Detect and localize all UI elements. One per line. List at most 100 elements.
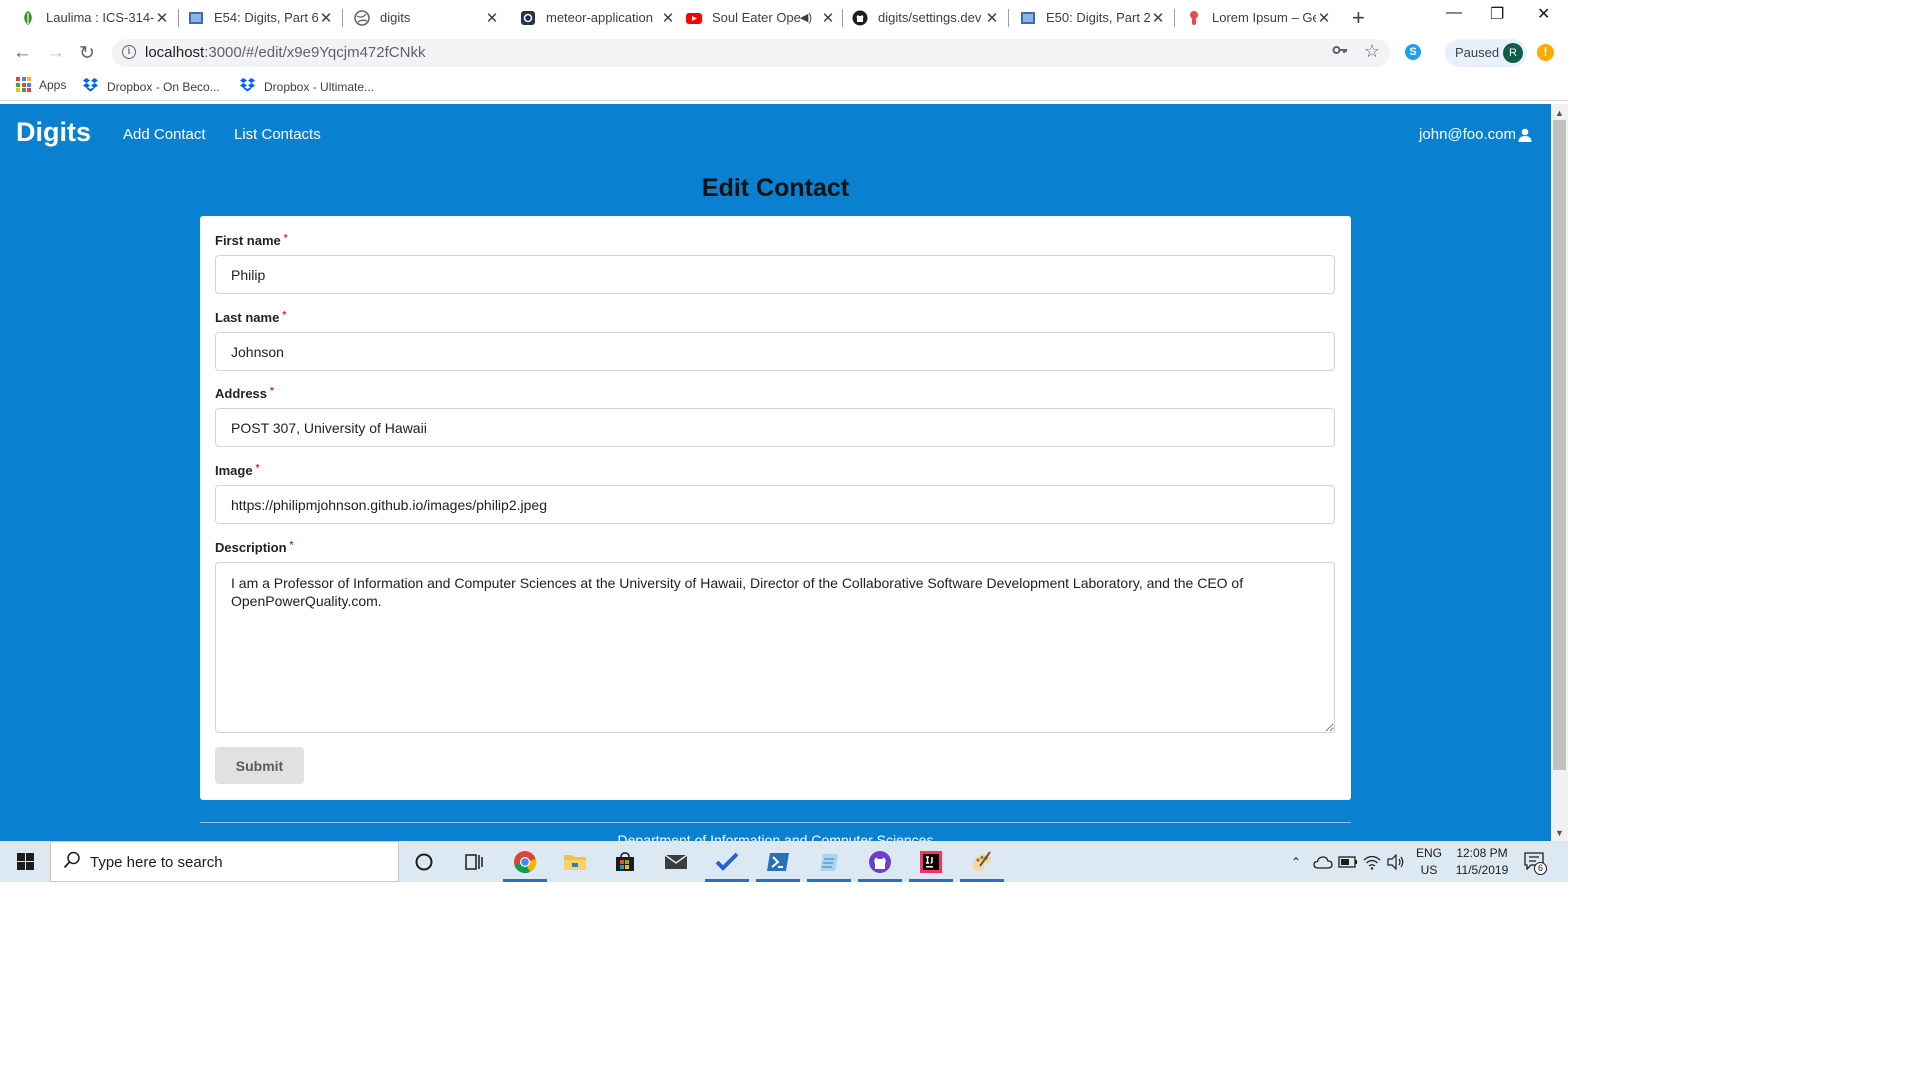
restore-icon[interactable]: ❐ [1490, 4, 1504, 24]
tab-divider [842, 9, 843, 27]
tab-digits[interactable]: digits ✕ [354, 0, 500, 35]
address-field[interactable] [215, 408, 1335, 447]
first-name-field[interactable] [215, 255, 1335, 294]
tab-close-icon[interactable]: ✕ [484, 9, 500, 27]
tab-lorem-ipsum[interactable]: Lorem Ipsum – Ge ✕ [1186, 0, 1332, 35]
volume-icon[interactable] [1387, 841, 1405, 882]
bookmark-label: Dropbox - On Beco... [107, 79, 220, 94]
laulima-icon [20, 10, 36, 26]
update-alert-icon[interactable]: ! [1537, 44, 1554, 61]
show-hidden-icons[interactable]: ⌃ [1291, 841, 1301, 882]
tab-e50-digits[interactable]: E50: Digits, Part 2 | ✕ [1020, 0, 1166, 35]
required-marker: * [289, 540, 294, 551]
back-arrow-icon[interactable]: ← [13, 42, 32, 64]
tab-meteor-application[interactable]: meteor-application ✕ [508, 0, 676, 35]
taskbar-search-box[interactable]: Type here to search [50, 841, 399, 882]
bookmark-apps[interactable]: Apps [16, 77, 66, 92]
input-language-indicator[interactable]: ENG US [1416, 845, 1442, 879]
tab-close-icon[interactable]: ✕ [318, 9, 334, 27]
tab-close-icon[interactable]: ✕ [154, 9, 170, 27]
tab-soul-eater[interactable]: Soul Eater Ope ◀) ✕ [686, 0, 836, 35]
tab-e54-digits[interactable]: E54: Digits, Part 6 | ✕ [188, 0, 334, 35]
paint-icon[interactable] [957, 841, 1007, 882]
user-menu[interactable]: john@foo.com [1419, 126, 1532, 143]
forward-arrow-icon[interactable]: → [46, 42, 65, 64]
bookmarks-bar: Apps Dropbox - On Beco... Dropbox - Ulti… [0, 71, 1568, 101]
tab-close-icon[interactable]: ✕ [820, 9, 836, 27]
user-icon [1518, 128, 1532, 142]
scroll-up-arrow-icon[interactable]: ▲ [1555, 108, 1564, 118]
paused-label: Paused [1455, 45, 1500, 60]
task-view-icon[interactable] [449, 841, 499, 882]
tab-close-icon[interactable]: ✕ [984, 9, 1000, 27]
description-textarea[interactable]: I am a Professor of Information and Comp… [215, 562, 1335, 733]
notepad-icon[interactable] [804, 841, 854, 882]
file-explorer-icon[interactable] [550, 841, 600, 882]
page-title: Edit Contact [701, 174, 850, 202]
app-page: Digits Add Contact List Contacts john@fo… [0, 104, 1551, 841]
tab-digits-settings[interactable]: digits/settings.dev ✕ [852, 0, 1000, 35]
cortana-icon[interactable] [399, 841, 449, 882]
github-desktop-icon[interactable] [855, 841, 905, 882]
bookmark-label: Apps [39, 77, 67, 92]
avatar: R [1503, 43, 1523, 63]
speaker-audio-icon[interactable]: ◀) [800, 11, 812, 24]
bookmark-dropbox-ultimate[interactable]: Dropbox - Ultimate... [239, 77, 374, 96]
nav-list-contacts[interactable]: List Contacts [234, 126, 321, 143]
scrollbar-thumb[interactable] [1553, 120, 1566, 770]
bookmark-star-icon[interactable]: ☆ [1364, 41, 1380, 62]
bookmark-label: Dropbox - Ultimate... [264, 79, 375, 94]
action-center-button[interactable]: 6 [1524, 852, 1547, 875]
store-icon[interactable] [600, 841, 650, 882]
wifi-icon[interactable] [1363, 841, 1381, 882]
powershell-icon[interactable] [753, 841, 803, 882]
scroll-down-arrow-icon[interactable]: ▼ [1555, 828, 1564, 838]
tab-close-icon[interactable]: ✕ [1150, 9, 1166, 27]
profile-sync-button[interactable]: Paused R [1445, 39, 1527, 67]
globe-icon [354, 9, 370, 26]
page-scrollbar[interactable]: ▲ ▼ [1551, 104, 1568, 841]
dropbox-icon [239, 77, 256, 96]
bookmark-dropbox-on-beco[interactable]: Dropbox - On Beco... [82, 77, 220, 96]
onedrive-icon[interactable] [1313, 841, 1333, 882]
image-url-field[interactable] [215, 485, 1335, 524]
description-label: Description * [215, 540, 294, 555]
reload-icon[interactable]: ↻ [79, 42, 95, 65]
tab-laulima[interactable]: Laulima : ICS-314-F ✕ [20, 0, 170, 35]
todo-icon[interactable] [702, 841, 752, 882]
tab-title: E54: Digits, Part 6 | [214, 10, 318, 25]
required-marker: * [282, 310, 287, 321]
new-tab-plus-icon[interactable]: + [1352, 5, 1365, 31]
address-label: Address * [215, 386, 274, 401]
chevron-up-icon[interactable]: ⌃ [1291, 855, 1301, 869]
chrome-icon[interactable] [500, 841, 550, 882]
app-navbar: Digits Add Contact List Contacts john@fo… [0, 104, 1551, 164]
tab-title: E50: Digits, Part 2 | [1046, 10, 1150, 25]
minimize-icon[interactable]: — [1446, 4, 1462, 22]
lorem-icon [1186, 10, 1202, 26]
site-info-icon[interactable]: i [122, 45, 136, 59]
intellij-icon[interactable] [906, 841, 956, 882]
key-icon[interactable] [1332, 42, 1348, 62]
tab-close-icon[interactable]: ✕ [660, 9, 676, 27]
url-text[interactable]: localhost:3000/#/edit/x9e9Yqcjm472fCNkk [145, 44, 425, 61]
nav-add-contact[interactable]: Add Contact [123, 126, 206, 143]
search-icon [63, 851, 81, 874]
brand-logo[interactable]: Digits [16, 117, 91, 148]
tab-close-icon[interactable]: ✕ [1316, 9, 1332, 27]
mail-icon[interactable] [651, 841, 701, 882]
last-name-field[interactable] [215, 332, 1335, 371]
system-clock[interactable]: 12:08 PM 11/5/2019 [1450, 845, 1514, 879]
submit-button[interactable]: Submit [215, 747, 304, 784]
skype-icon[interactable]: S [1405, 44, 1421, 60]
meteor-icon [520, 10, 536, 26]
battery-icon[interactable] [1338, 841, 1358, 882]
lang-code: ENG [1416, 846, 1443, 860]
start-button[interactable] [0, 841, 50, 882]
window-close-icon[interactable]: ✕ [1537, 4, 1550, 24]
tab-divider [1008, 9, 1009, 27]
address-bar[interactable]: i localhost:3000/#/edit/x9e9Yqcjm472fCNk… [112, 39, 1390, 67]
clock-time: 12:08 PM [1456, 846, 1508, 860]
notification-count-badge: 6 [1534, 862, 1547, 875]
lang-region: US [1420, 863, 1438, 877]
